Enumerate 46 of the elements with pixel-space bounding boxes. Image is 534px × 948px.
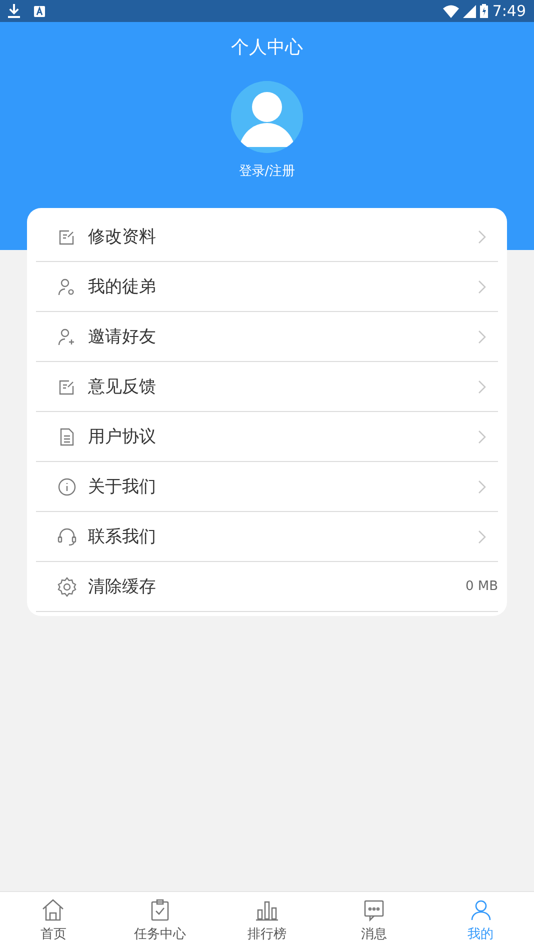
edit-icon xyxy=(58,378,76,396)
message-icon xyxy=(362,898,386,922)
chevron-right-icon xyxy=(478,480,486,494)
menu-item[interactable]: 用户协议 xyxy=(36,412,498,462)
settings-icon xyxy=(57,576,77,596)
chevron-right-icon xyxy=(478,330,486,344)
menu-item[interactable]: 关于我们 xyxy=(36,462,498,512)
clipboard-check-icon xyxy=(150,898,170,922)
battery-icon xyxy=(480,4,488,18)
menu-item[interactable]: 我的徒弟 xyxy=(36,262,498,312)
menu-item[interactable]: 清除缓存 0 MB xyxy=(36,562,498,612)
keyboard-badge-icon xyxy=(34,6,45,16)
headset-icon xyxy=(57,528,77,546)
tab-item[interactable]: 首页 xyxy=(0,892,107,948)
menu-label: 修改资料 xyxy=(88,226,157,248)
user-icon xyxy=(468,898,493,922)
signal-icon xyxy=(463,4,476,18)
menu-label: 我的徒弟 xyxy=(88,276,157,298)
menu-label: 邀请好友 xyxy=(88,326,157,348)
tab-item[interactable]: 消息 xyxy=(320,892,428,948)
status-time: 7:49 xyxy=(492,2,526,20)
download-icon xyxy=(8,4,20,18)
chevron-right-icon xyxy=(478,430,486,444)
document-icon xyxy=(59,428,75,446)
chevron-right-icon xyxy=(478,280,486,294)
tab-item[interactable]: 排行榜 xyxy=(214,892,320,948)
menu-item[interactable]: 联系我们 xyxy=(36,512,498,562)
edit-icon xyxy=(58,228,76,246)
chevron-right-icon xyxy=(478,230,486,244)
cache-size: 0 MB xyxy=(465,579,498,594)
chevron-right-icon xyxy=(478,530,486,544)
menu-label: 清除缓存 xyxy=(88,576,157,598)
menu-item[interactable]: 邀请好友 xyxy=(36,312,498,362)
page-title: 个人中心 xyxy=(231,36,303,59)
chevron-right-icon xyxy=(478,380,486,394)
menu-item[interactable]: 意见反馈 xyxy=(36,362,498,412)
menu-label: 意见反馈 xyxy=(88,376,157,398)
home-icon xyxy=(41,898,66,922)
wifi-icon xyxy=(443,4,460,18)
user-add-icon xyxy=(58,328,76,346)
tab-item[interactable]: 任务中心 xyxy=(106,892,214,948)
info-icon xyxy=(58,478,76,496)
menu-label: 用户协议 xyxy=(88,426,157,448)
menu-label: 关于我们 xyxy=(88,476,157,498)
menu-item[interactable]: 修改资料 xyxy=(36,212,498,262)
menu-label: 联系我们 xyxy=(88,526,157,548)
